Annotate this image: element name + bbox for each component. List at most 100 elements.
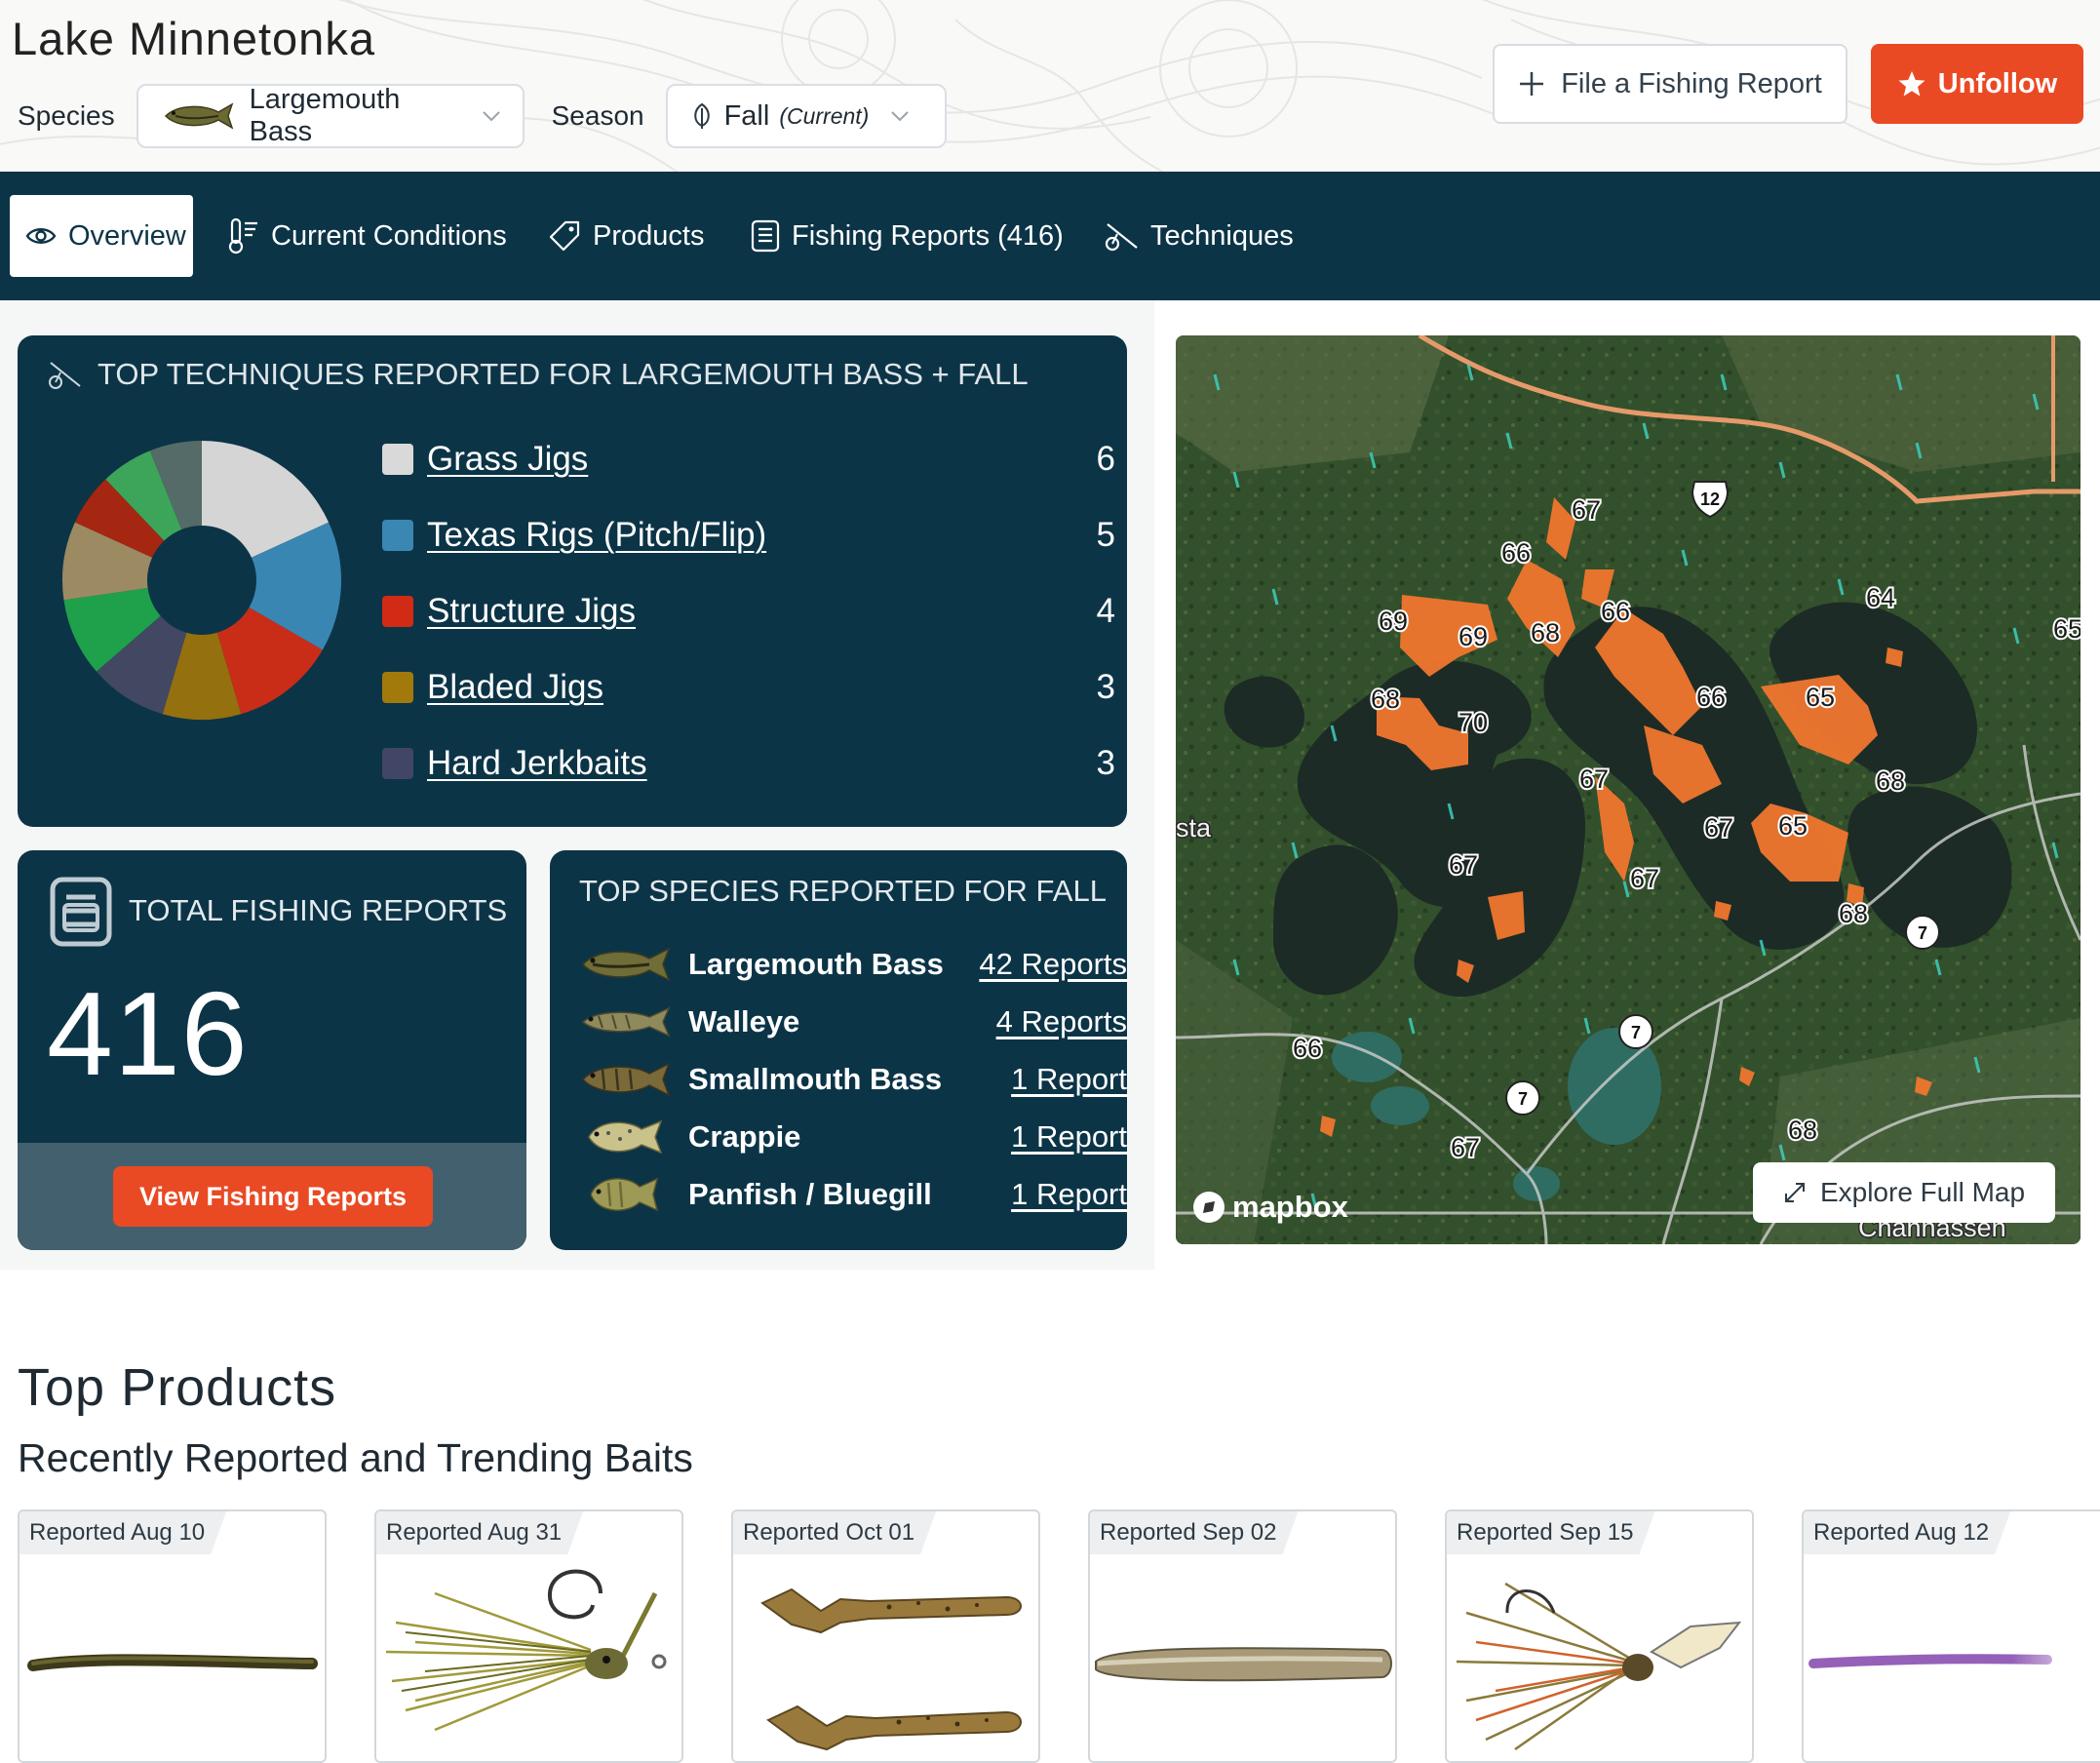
species-row: Walleye 4 Reports: [579, 996, 1127, 1048]
report-icon: [751, 219, 780, 253]
temperature-label: 67: [1451, 1133, 1480, 1162]
lake-header: Lake Minnetonka Species Largemouth Bass …: [0, 0, 2100, 172]
tag-icon: [548, 219, 581, 253]
view-fishing-reports-button[interactable]: View Fishing Reports: [113, 1166, 433, 1227]
species-reports-link[interactable]: 1 Report: [1011, 1062, 1127, 1097]
file-report-label: File a Fishing Report: [1561, 67, 1822, 99]
eye-icon: [25, 225, 57, 247]
season-select[interactable]: Fall (Current): [665, 84, 947, 148]
temperature-label: 68: [1371, 685, 1400, 714]
product-card[interactable]: Reported Oct 01: [731, 1509, 1040, 1763]
explore-label: Explore Full Map: [1819, 1177, 2026, 1207]
lake-map[interactable]: 67 66 69 69 68 66 68 70 66 65 64 65 68 6…: [1176, 335, 2081, 1244]
species-row: Smallmouth Bass 1 Report: [579, 1053, 1127, 1106]
temperature-label: 65: [1778, 811, 1808, 841]
legend-swatch: [382, 444, 413, 475]
technique-link[interactable]: Texas Rigs (Pitch/Flip): [427, 516, 766, 555]
technique-link[interactable]: Grass Jigs: [427, 440, 588, 479]
chevron-down-icon: [482, 110, 501, 122]
technique-count: 3: [1096, 668, 1115, 706]
product-card[interactable]: Reported Sep 02: [1088, 1509, 1397, 1763]
chevron-down-icon: [890, 110, 910, 122]
species-reports-link[interactable]: 42 Reports: [979, 947, 1127, 982]
legend-swatch: [382, 748, 413, 779]
tab-overview[interactable]: Overview: [10, 195, 193, 277]
temperature-label: 70: [1458, 708, 1488, 737]
temperature-label: 67: [1449, 850, 1478, 880]
fishing-rod-icon: [47, 359, 82, 390]
species-name: Panfish / Bluegill: [688, 1177, 932, 1211]
report-icon: [49, 876, 113, 948]
explore-full-map-button[interactable]: Explore Full Map: [1753, 1162, 2055, 1223]
largemouth-bass-icon: [579, 945, 673, 984]
species-reports-link[interactable]: 1 Report: [1011, 1119, 1127, 1155]
total-reports-footer: View Fishing Reports: [18, 1143, 526, 1250]
svg-text:12: 12: [1700, 490, 1720, 509]
technique-count: 6: [1096, 440, 1115, 478]
mapbox-attribution[interactable]: mapbox: [1191, 1190, 1348, 1225]
temperature-label: 69: [1379, 607, 1408, 636]
thermometer-icon: [226, 217, 259, 255]
species-reports-link[interactable]: 1 Report: [1011, 1177, 1127, 1212]
expand-icon: [1783, 1181, 1807, 1204]
temperature-label: 65: [2053, 614, 2081, 644]
species-reports-link[interactable]: 4 Reports: [996, 1004, 1127, 1039]
top-techniques-card: TOP TECHNIQUES REPORTED FOR LARGEMOUTH B…: [18, 335, 1127, 827]
technique-link[interactable]: Hard Jerkbaits: [427, 744, 647, 783]
season-label: Season: [551, 100, 644, 131]
temperature-label: 67: [1572, 495, 1601, 525]
total-reports-card: TOTAL FISHING REPORTS 416 View Fishing R…: [18, 850, 526, 1250]
swim-jig-image: [385, 1569, 667, 1732]
product-card[interactable]: Reported Aug 12: [1802, 1509, 2100, 1763]
top-species-title: TOP SPECIES REPORTED FOR FALL: [579, 874, 1107, 908]
tab-fishing-reports[interactable]: Fishing Reports (416): [751, 195, 1064, 277]
product-card[interactable]: Reported Sep 15: [1445, 1509, 1754, 1763]
technique-link[interactable]: Structure Jigs: [427, 592, 636, 631]
product-card[interactable]: Reported Aug 10: [18, 1509, 327, 1763]
legend-swatch: [382, 672, 413, 703]
place-label: sta: [1176, 813, 1212, 842]
species-name: Largemouth Bass: [688, 947, 944, 981]
technique-row: Structure Jigs 4: [382, 583, 1115, 640]
temperature-label: 69: [1458, 622, 1488, 651]
fishing-rod-icon: [1104, 220, 1139, 252]
species-row: Largemouth Bass 42 Reports: [579, 938, 1127, 991]
temperature-label: 66: [1293, 1034, 1322, 1063]
legend-swatch: [382, 596, 413, 627]
bluegill-icon: [579, 1175, 673, 1214]
unfollow-label: Unfollow: [1937, 67, 2058, 99]
technique-link[interactable]: Bladed Jigs: [427, 668, 603, 707]
tab-label: Fishing Reports (416): [792, 219, 1064, 252]
unfollow-button[interactable]: Unfollow: [1871, 44, 2083, 124]
filter-bar: Species Largemouth Bass Season Fall (Cur…: [18, 82, 974, 150]
temperature-label: 68: [1876, 766, 1905, 796]
state-route-shield: 7: [1505, 1080, 1540, 1116]
tab-techniques[interactable]: Techniques: [1104, 195, 1294, 277]
top-species-card: TOP SPECIES REPORTED FOR FALL Largemouth…: [550, 850, 1127, 1250]
technique-row: Hard Jerkbaits 3: [382, 735, 1115, 792]
state-route-shield: 7: [1618, 1014, 1653, 1049]
tab-label: Overview: [68, 219, 186, 252]
technique-count: 3: [1096, 744, 1115, 782]
technique-row: Grass Jigs 6: [382, 431, 1115, 488]
technique-count: 4: [1096, 592, 1115, 630]
temperature-label: 68: [1531, 618, 1560, 647]
temperature-label: 68: [1839, 899, 1868, 928]
svg-text:7: 7: [1918, 923, 1927, 943]
tab-products[interactable]: Products: [548, 195, 704, 277]
total-reports-value: 416: [47, 967, 249, 1100]
file-fishing-report-button[interactable]: File a Fishing Report: [1493, 44, 1847, 124]
technique-row: Texas Rigs (Pitch/Flip) 5: [382, 507, 1115, 564]
tab-current-conditions[interactable]: Current Conditions: [226, 195, 507, 277]
satellite-map: 67 66 69 69 68 66 68 70 66 65 64 65 68 6…: [1176, 335, 2081, 1244]
walleye-icon: [579, 1002, 673, 1041]
species-select[interactable]: Largemouth Bass: [136, 84, 525, 148]
bass-fish-icon: [162, 100, 236, 132]
temperature-label: 67: [1704, 813, 1733, 842]
reported-date-tag: Reported Aug 31: [376, 1511, 583, 1554]
total-reports-title: TOTAL FISHING REPORTS: [129, 893, 508, 927]
crappie-icon: [579, 1117, 673, 1156]
plus-icon: [1518, 70, 1545, 98]
product-card[interactable]: Reported Aug 31: [374, 1509, 683, 1763]
temperature-label: 64: [1866, 583, 1895, 612]
